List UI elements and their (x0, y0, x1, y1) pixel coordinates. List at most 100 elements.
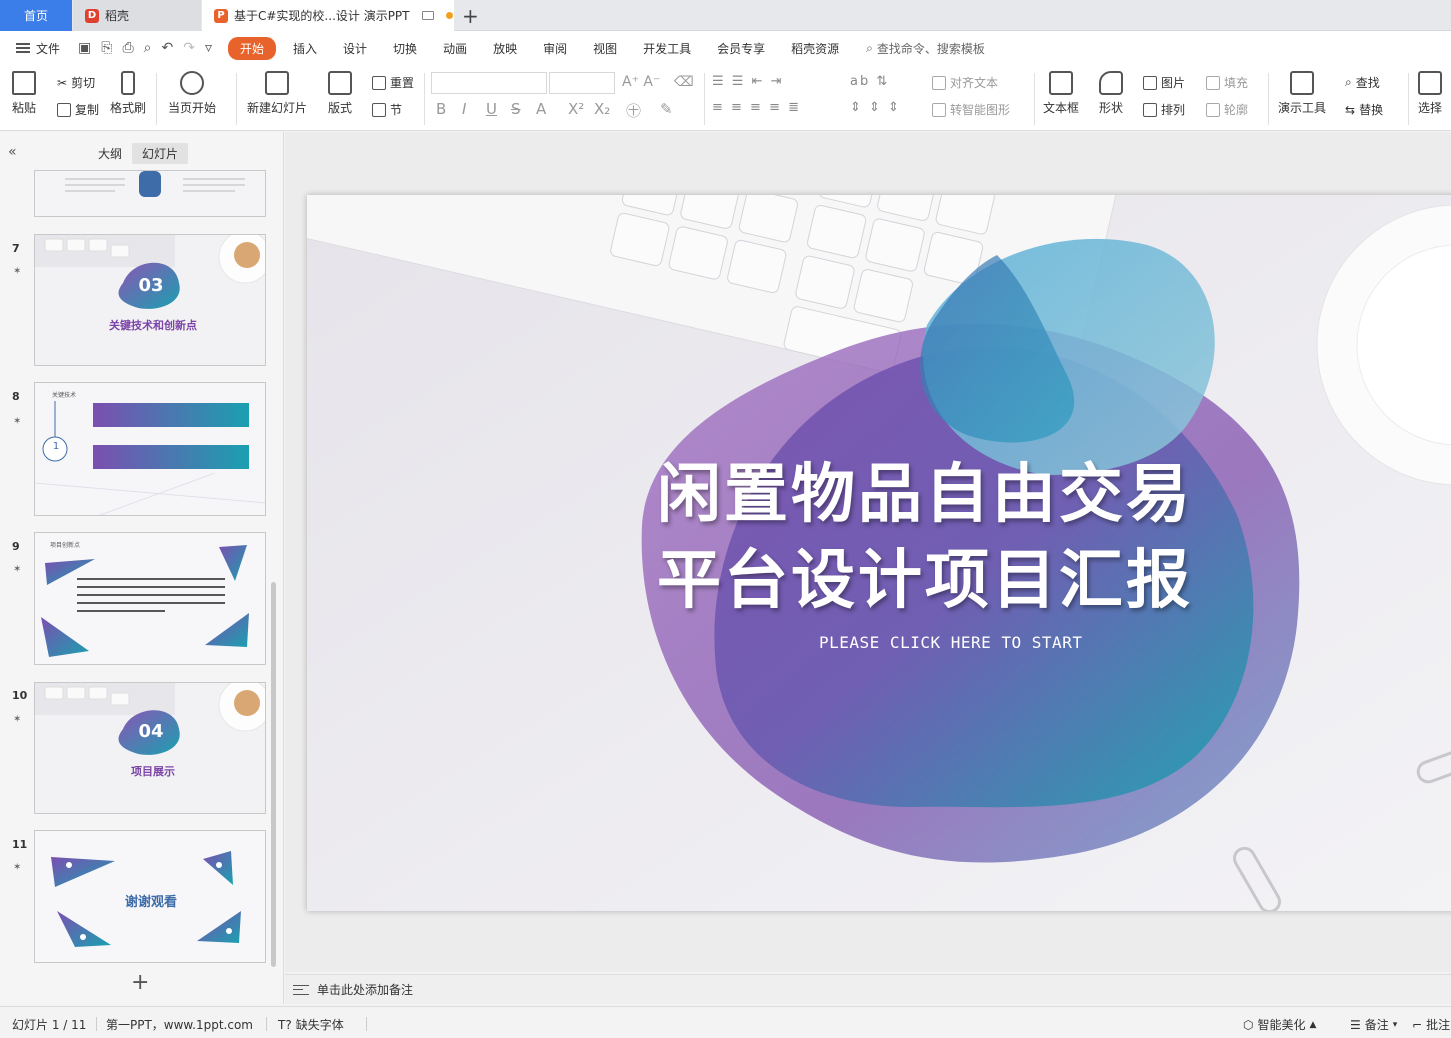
current-slide[interactable]: 闲置物品自由交易 平台设计项目汇报 PLEASE CLICK HERE TO S… (307, 195, 1451, 911)
slide-subtitle[interactable]: PLEASE CLICK HERE TO START (819, 633, 1082, 652)
slide-thumbnail-9[interactable]: 项目创新点 (34, 532, 266, 665)
slide-thumbnail-11[interactable]: 谢谢观看 (34, 830, 266, 963)
highlight-icon[interactable]: ✎ (660, 100, 673, 118)
present-tools-button[interactable]: 演示工具 (1278, 71, 1326, 116)
paste-button[interactable]: 粘贴 (12, 71, 36, 116)
layout-label: 版式 (328, 101, 353, 115)
collapse-panel-icon[interactable]: « (8, 144, 17, 160)
animation-star-icon: ✶ (13, 714, 22, 725)
font-size-select[interactable] (549, 72, 615, 94)
menu-tab-0[interactable]: 开始 (228, 36, 277, 60)
panel-scrollbar[interactable] (271, 582, 276, 967)
comment-button[interactable]: ⌐ 批注 (1412, 1016, 1450, 1033)
undo-icon[interactable]: ↶ (162, 40, 174, 56)
copy-button[interactable]: 复制 (57, 101, 99, 118)
replace-button[interactable]: ⇆ 替换 (1345, 101, 1383, 118)
print-icon[interactable]: ⎙ (122, 40, 133, 56)
grow-font-icon[interactable]: A⁺ A⁻ (622, 74, 660, 90)
add-slide-plus-icon[interactable]: + (131, 970, 149, 995)
menu-tab-8[interactable]: 开发工具 (630, 40, 704, 57)
slide-thumbnail-8[interactable]: 关键技术 1 (34, 382, 266, 516)
smart-shape-icon (932, 102, 946, 117)
cut-button[interactable]: ✂ 剪切 (57, 74, 95, 91)
paragraph-align-icons[interactable]: ≡ ≡ ≡ ≡ ≣ (712, 100, 801, 115)
slide-title-line-1[interactable]: 闲置物品自由交易 (657, 443, 1451, 535)
tab-document[interactable]: P 基于C#实现的校...设计 演示PPT (202, 0, 454, 31)
line-spacing-icons[interactable]: ⇕ ⇕ ⇕ (850, 100, 901, 115)
play-from-current-button[interactable]: 当页开始 (168, 71, 216, 116)
theme-name[interactable]: 第一PPT，www.1ppt.com (106, 1016, 253, 1033)
menu-tab-3[interactable]: 切换 (380, 40, 430, 57)
file-menu[interactable]: 文件 (16, 40, 60, 57)
menu-tab-6[interactable]: 审阅 (530, 40, 580, 57)
layout-button[interactable]: 版式 (328, 71, 352, 116)
notes-toggle-button[interactable]: ☰ 备注 ▾ (1350, 1016, 1397, 1033)
missing-font-icon: T? (278, 1017, 292, 1032)
picture-button[interactable]: 图片 (1143, 74, 1185, 91)
tab-outline[interactable]: 大纲 (88, 143, 132, 164)
align-text-button[interactable]: 对齐文本 (932, 74, 998, 91)
smart-shape-button[interactable]: 转智能图形 (932, 101, 1010, 118)
tab-home[interactable]: 首页 (0, 0, 72, 31)
reset-icon (372, 75, 386, 90)
format-painter-button[interactable]: 格式刷 (110, 71, 146, 116)
menu-tab-2[interactable]: 设计 (330, 40, 380, 57)
notes-lines-icon: ☰ (1350, 1017, 1361, 1032)
menu-tab-4[interactable]: 动画 (430, 40, 480, 57)
missing-font-button[interactable]: T? 缺失字体 (278, 1016, 344, 1033)
slide-thumbnail-7[interactable]: 03 关键技术和创新点 (34, 234, 266, 366)
font-color-icon[interactable]: A (536, 100, 546, 118)
notes-pane[interactable]: 单击此处添加备注 (285, 974, 1451, 1004)
tab-daoke[interactable]: D 稻壳 (73, 0, 201, 31)
export-pdf-icon[interactable]: ⎘ (101, 40, 112, 56)
slide-7-caption: 关键技术和创新点 (109, 319, 197, 332)
menu-tab-9[interactable]: 会员专享 (704, 40, 778, 57)
paste-label: 粘贴 (12, 101, 37, 115)
tab-slides[interactable]: 幻灯片 (132, 143, 189, 164)
slide-10-badge: 04 (138, 721, 164, 742)
reset-button[interactable]: 重置 (372, 74, 414, 91)
bold-icon[interactable]: B (436, 100, 446, 118)
fill-bucket-icon (1206, 75, 1220, 90)
slide-thumbnail-10[interactable]: 04 项目展示 (34, 682, 266, 814)
shape-button[interactable]: 形状 (1099, 71, 1123, 116)
font-family-select[interactable] (431, 72, 547, 94)
underline-icon[interactable]: U (486, 100, 497, 118)
notes-placeholder: 单击此处添加备注 (317, 983, 414, 997)
italic-icon[interactable]: I (462, 100, 466, 118)
monitor-icon[interactable] (421, 11, 434, 20)
beautify-label: 智能美化 (1257, 1018, 1306, 1032)
menu-tab-10[interactable]: 稻壳资源 (778, 40, 852, 57)
menu-tab-5[interactable]: 放映 (480, 40, 530, 57)
command-search-label: 查找命令、搜索模板 (876, 41, 985, 56)
menu-tab-7[interactable]: 视图 (580, 40, 630, 57)
find-button[interactable]: ⌕ 查找 (1345, 74, 1380, 91)
list-icons[interactable]: ☰ ☰ ⇤ ⇥ (712, 74, 784, 89)
copy-label: 复制 (75, 103, 100, 117)
ribbon-separator (236, 73, 237, 125)
strikethrough-icon[interactable]: S (511, 100, 521, 118)
redo-icon[interactable]: ↷ (183, 40, 195, 56)
outline-button[interactable]: 轮廓 (1206, 101, 1248, 118)
command-search[interactable]: ⌕ 查找命令、搜索模板 (866, 40, 985, 57)
subscript-icon[interactable]: X₂ (594, 100, 610, 118)
arrange-button[interactable]: 排列 (1143, 101, 1185, 118)
slide-thumbnail-6[interactable] (34, 170, 266, 217)
text-direction-icons[interactable]: ab ⇅ (850, 74, 889, 89)
phonetic-icon[interactable]: ㊉ (626, 100, 641, 121)
beautify-button[interactable]: ⬡ 智能美化 ▲ (1243, 1016, 1316, 1033)
save-icon[interactable]: ▣ (78, 40, 91, 56)
clear-format-icon[interactable]: ⌫ (674, 74, 694, 90)
new-tab-plus-icon[interactable]: + (462, 4, 479, 28)
fill-button[interactable]: 填充 (1206, 74, 1248, 91)
print-preview-icon[interactable]: ⌕ (144, 40, 152, 56)
slide-title-line-2[interactable]: 平台设计项目汇报 (657, 529, 1451, 621)
select-button[interactable]: 选择 (1418, 71, 1442, 116)
customize-chevron-icon[interactable]: ▿ (205, 40, 212, 56)
section-button[interactable]: 节 (372, 101, 402, 118)
textbox-button[interactable]: 文本框 (1043, 71, 1079, 116)
menu-tab-1[interactable]: 插入 (280, 40, 330, 57)
layout-icon (328, 71, 352, 95)
superscript-icon[interactable]: X² (568, 100, 584, 118)
new-slide-button[interactable]: 新建幻灯片 (247, 71, 307, 116)
